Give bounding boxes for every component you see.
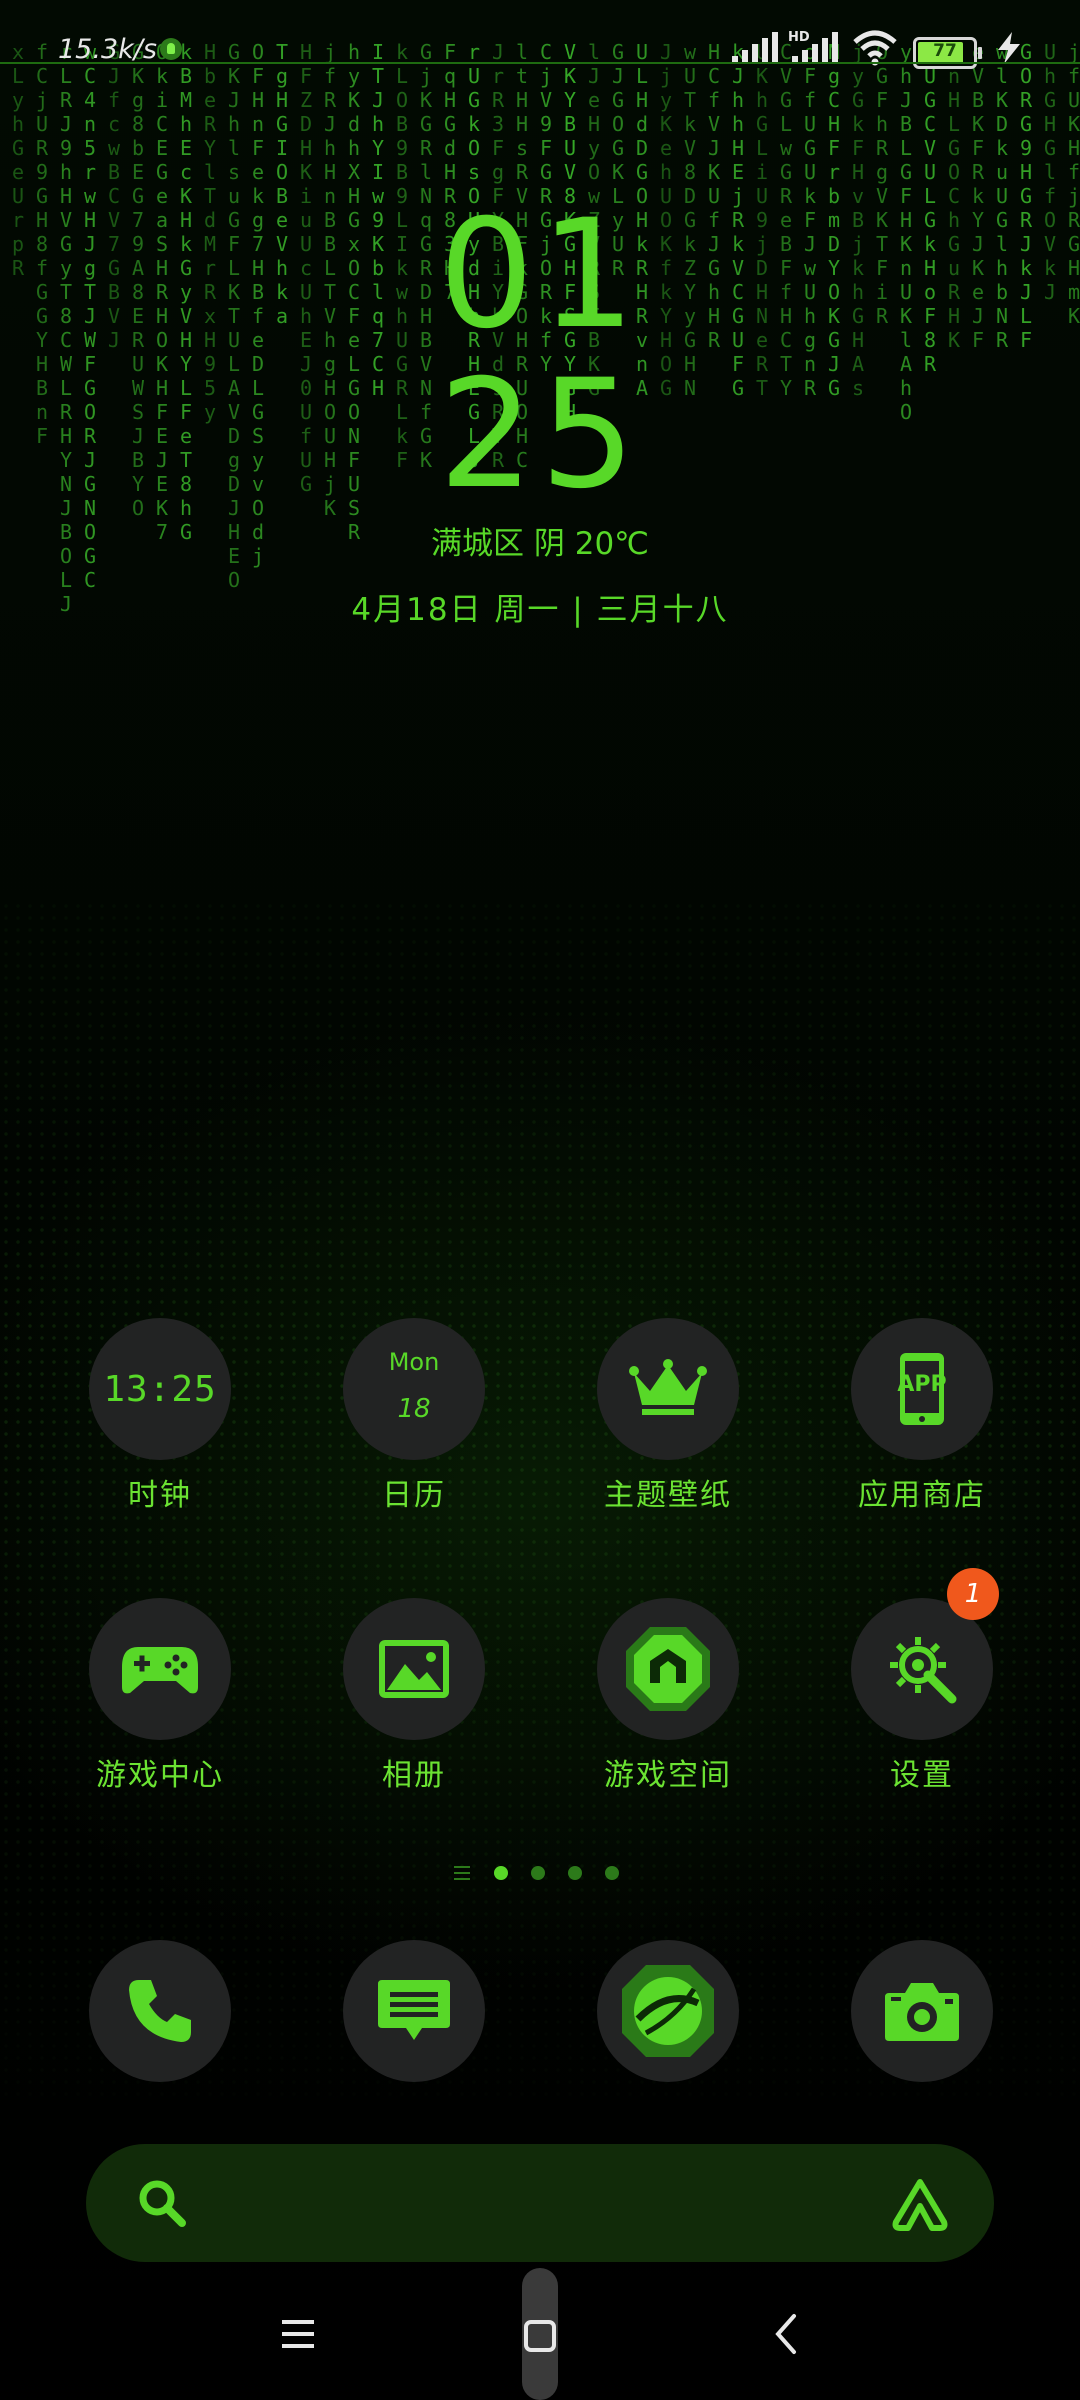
page-menu-icon[interactable] <box>454 1866 470 1880</box>
app-game-center[interactable]: 游戏中心 <box>33 1598 287 1794</box>
game-space-icon <box>597 1598 739 1740</box>
app-label: 游戏空间 <box>604 1758 732 1793</box>
gamepad-icon <box>89 1598 231 1740</box>
matrix-rain-column: lUGCVULGkHoF8R <box>923 40 937 376</box>
date-text[interactable]: 4月18日 周一 | 三月十八 <box>0 584 1080 629</box>
app-label: 日历 <box>382 1478 446 1513</box>
page-dot[interactable] <box>568 1866 582 1880</box>
settings-icon: 1 <box>851 1568 999 1740</box>
message-icon <box>343 1940 485 2082</box>
app-label: 应用商店 <box>858 1478 986 1513</box>
calendar-icon: Mon 18 <box>343 1318 485 1460</box>
calendar-day: Mon <box>388 1348 440 1376</box>
page-indicator[interactable] <box>454 1862 634 1882</box>
app-settings[interactable]: 1 设置 <box>795 1568 1049 1794</box>
weather-text[interactable]: 满城区 阴 20℃ <box>0 518 1080 563</box>
battery-icon: 77 <box>913 37 982 69</box>
network-speed: 15.3k/s <box>58 34 157 65</box>
app-gallery[interactable]: 相册 <box>287 1598 541 1794</box>
app-themes[interactable]: 主题壁纸 <box>541 1318 795 1514</box>
charging-icon <box>998 32 1020 64</box>
status-bar: 15.3k/s HD 77 <box>0 0 1080 69</box>
clock-minute[interactable]: 25 <box>0 360 1080 510</box>
calendar-date: 18 <box>397 1394 431 1424</box>
clock-icon-time: 13:25 <box>103 1368 217 1410</box>
notification-icon <box>160 38 182 60</box>
dock-browser[interactable] <box>541 1940 795 2082</box>
app-label: 相册 <box>382 1758 446 1793</box>
app-label: 设置 <box>890 1758 954 1793</box>
dock-camera[interactable] <box>795 1940 1049 2082</box>
crown-icon <box>597 1318 739 1460</box>
dock-messages[interactable] <box>287 1940 541 2082</box>
assistant-icon[interactable] <box>890 2176 950 2232</box>
home-icon[interactable] <box>522 2318 558 2354</box>
browser-icon <box>597 1940 739 2082</box>
app-store-text: APP <box>897 1372 947 1397</box>
app-store-icon: APP <box>851 1318 993 1460</box>
camera-icon <box>851 1940 993 2082</box>
back-icon[interactable] <box>772 2312 800 2356</box>
dock-phone[interactable] <box>33 1940 287 2082</box>
app-label: 游戏中心 <box>96 1758 224 1793</box>
notification-badge: 1 <box>947 1568 999 1620</box>
matrix-rain-column: jfRJhHnBBLTVhgHOUHjK <box>323 40 337 520</box>
recent-apps-icon[interactable] <box>280 2316 316 2352</box>
app-store[interactable]: APP 应用商店 <box>795 1318 1049 1514</box>
search-bar[interactable] <box>86 2144 994 2262</box>
search-icon[interactable] <box>136 2177 188 2229</box>
signal-icon <box>732 32 778 64</box>
app-label: 时钟 <box>128 1478 192 1513</box>
status-bar-divider <box>0 62 1080 64</box>
clock-icon: 13:25 <box>89 1318 231 1460</box>
battery-level: 77 <box>933 41 957 61</box>
phone-icon <box>89 1940 231 2082</box>
app-calendar[interactable]: Mon 18 日历 <box>287 1318 541 1514</box>
wifi-icon <box>853 30 897 66</box>
signal-hd-icon: HD <box>788 30 844 66</box>
app-label: 主题壁纸 <box>604 1478 732 1513</box>
gallery-icon <box>343 1598 485 1740</box>
page-dot[interactable] <box>605 1866 619 1880</box>
app-game-space[interactable]: 游戏空间 <box>541 1598 795 1794</box>
page-dot-active[interactable] <box>494 1866 508 1880</box>
app-clock[interactable]: 13:25 时钟 <box>33 1318 287 1514</box>
page-dot[interactable] <box>531 1866 545 1880</box>
clock-hour[interactable]: 01 <box>0 200 1080 350</box>
